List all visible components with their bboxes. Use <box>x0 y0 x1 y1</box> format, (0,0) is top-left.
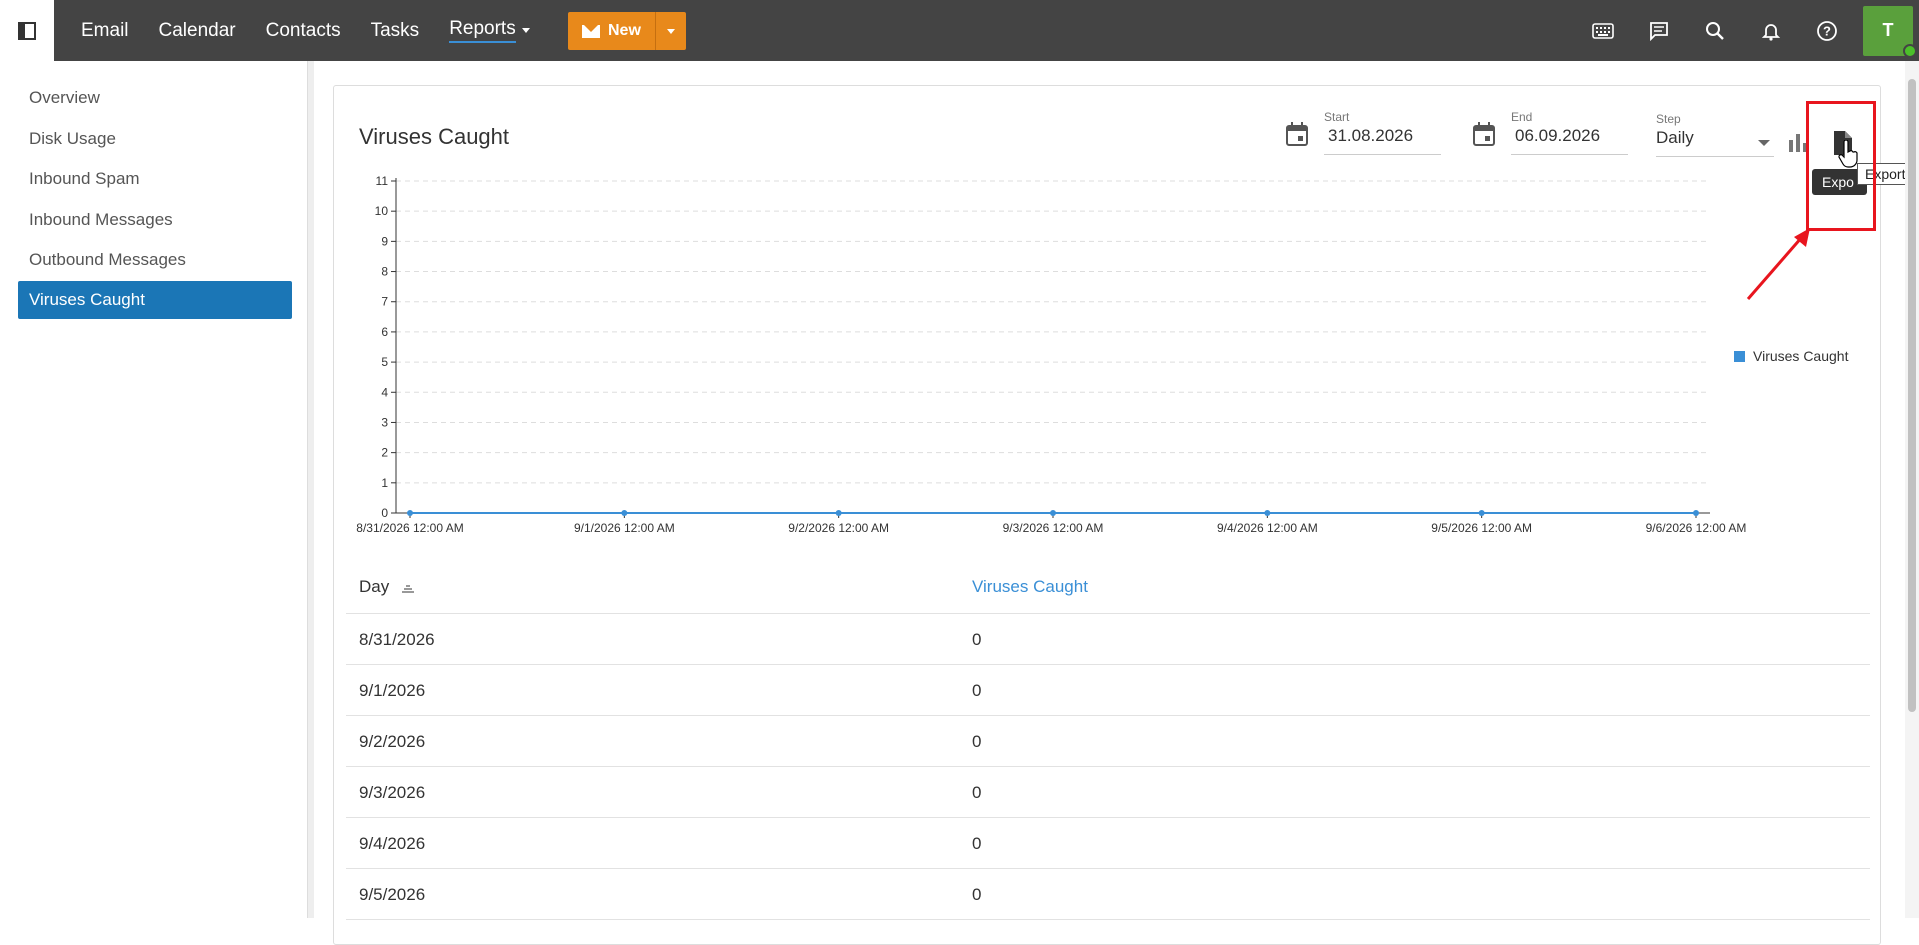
y-tick-label: 11 <box>376 174 389 188</box>
y-tick-label: 5 <box>381 355 388 369</box>
x-tick-label: 9/5/2026 12:00 AM <box>1431 521 1532 535</box>
scrollbar-thumb[interactable] <box>1908 79 1916 712</box>
page-scrollbar[interactable] <box>1905 61 1919 918</box>
data-point <box>835 510 842 516</box>
data-point <box>407 510 413 516</box>
y-tick-label: 9 <box>381 234 388 248</box>
y-tick-label: 6 <box>381 325 388 339</box>
report-table: Day Viruses Caught 8/31/2026 0 9/1/2026 0 9/… <box>346 562 1870 920</box>
table-body: 8/31/2026 0 9/1/2026 0 9/2/2026 0 9/3/2026 0 9/4… <box>346 614 1870 920</box>
y-tick-label: 8 <box>381 265 388 279</box>
y-tick-label: 0 <box>381 506 388 520</box>
legend-label: Viruses Caught <box>1753 348 1849 364</box>
table-row: 9/1/2026 0 <box>346 665 1870 716</box>
cell-day: 9/5/2026 <box>359 885 426 904</box>
cell-viruses-caught: 0 <box>972 681 982 700</box>
cell-viruses-caught: 0 <box>972 783 982 802</box>
y-tick-label: 7 <box>381 295 388 309</box>
annotation-arrow <box>1746 228 1810 300</box>
column-header-viruses-caught[interactable]: Viruses Caught <box>972 577 1088 597</box>
cell-day: 9/1/2026 <box>359 681 426 700</box>
table-row: 8/31/2026 0 <box>346 614 1870 665</box>
table-row: 9/4/2026 0 <box>346 818 1870 869</box>
data-point <box>1693 510 1699 516</box>
legend-swatch <box>1734 350 1745 362</box>
y-tick-label: 2 <box>381 446 388 460</box>
x-tick-label: 9/4/2026 12:00 AM <box>1217 521 1318 535</box>
data-point <box>1264 510 1271 516</box>
annotation-highlight-box <box>1806 101 1876 231</box>
cell-day: 8/31/2026 <box>359 630 435 649</box>
cell-day: 9/4/2026 <box>359 834 426 853</box>
cell-viruses-caught: 0 <box>972 834 982 853</box>
cell-day: 9/3/2026 <box>359 783 426 802</box>
data-point <box>1050 510 1056 516</box>
cell-viruses-caught: 0 <box>972 885 982 904</box>
x-tick-label: 9/1/2026 12:00 AM <box>574 521 675 535</box>
x-tick-label: 8/31/2026 12:00 AM <box>356 521 463 535</box>
cell-viruses-caught: 0 <box>972 630 982 649</box>
x-tick-label: 9/2/2026 12:00 AM <box>788 521 889 535</box>
y-tick-label: 4 <box>381 385 388 399</box>
cell-viruses-caught: 0 <box>972 732 982 751</box>
table-header: Day Viruses Caught <box>346 562 1870 614</box>
x-tick-label: 9/6/2026 12:00 AM <box>1646 521 1747 535</box>
sort-icon <box>401 584 414 593</box>
table-row: 9/2/2026 0 <box>346 716 1870 767</box>
table-row: 9/3/2026 0 <box>346 767 1870 818</box>
y-tick-label: 10 <box>375 204 389 218</box>
column-header-day[interactable]: Day <box>359 577 414 597</box>
y-tick-label: 3 <box>381 415 388 429</box>
chart-legend[interactable]: Viruses Caught <box>1734 348 1848 364</box>
data-point <box>1478 510 1485 516</box>
cell-day: 9/2/2026 <box>359 732 426 751</box>
column-header-day-label: Day <box>359 577 390 596</box>
data-point <box>621 510 628 516</box>
table-row: 9/5/2026 0 <box>346 869 1870 920</box>
x-tick-label: 9/3/2026 12:00 AM <box>1003 521 1104 535</box>
y-tick-label: 1 <box>381 476 388 490</box>
